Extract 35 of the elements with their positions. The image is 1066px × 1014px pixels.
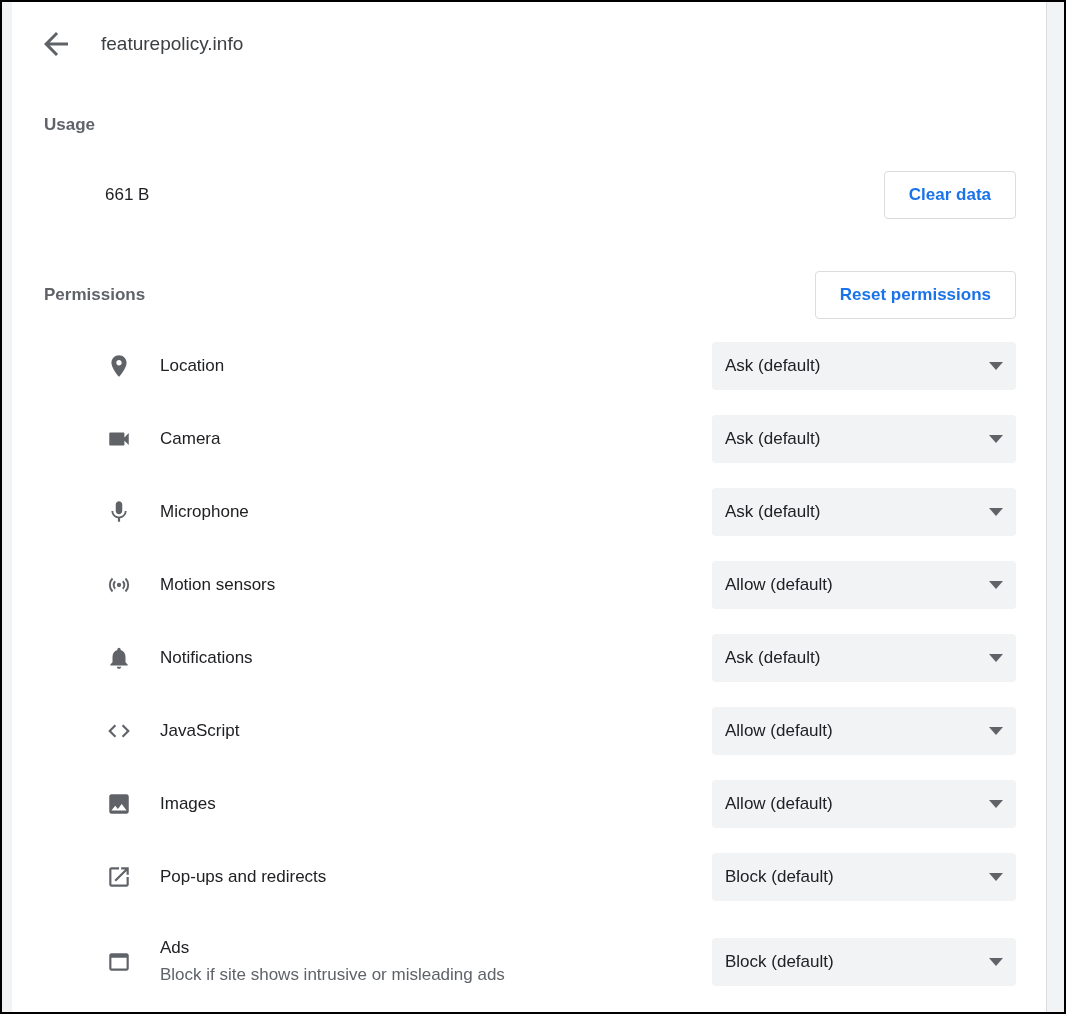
caret-icon (988, 956, 1004, 967)
caret-icon (988, 579, 1004, 590)
permission-label: JavaScript (160, 720, 241, 741)
caret-icon (988, 506, 1004, 517)
permission-dropdown[interactable]: Allow (default) (712, 706, 1016, 755)
permission-label: Images (160, 793, 217, 814)
caret-icon (988, 871, 1004, 882)
clear-data-button[interactable]: Clear data (883, 171, 1016, 219)
permission-label: Location (160, 355, 226, 376)
back-arrow-icon[interactable] (44, 32, 68, 56)
permission-label: Motion sensors (160, 574, 277, 595)
caret-icon (988, 433, 1004, 444)
permission-dropdown[interactable]: Ask (default) (712, 633, 1016, 682)
reset-permissions-button[interactable]: Reset permissions (814, 271, 1016, 319)
usage-amount: 661 B (104, 185, 150, 205)
permission-dropdown[interactable]: Allow (default) (712, 779, 1016, 828)
permission-label: Camera (160, 428, 222, 449)
permission-label: Notifications (160, 647, 254, 668)
permission-description: Block if site shows intrusive or misleading ads (160, 965, 506, 985)
permission-dropdown[interactable]: Allow (default) (712, 560, 1016, 609)
permission-dropdown[interactable]: Block (default) (712, 937, 1016, 986)
permission-dropdown[interactable]: Ask (default) (712, 341, 1016, 390)
section-heading: Permissions (44, 285, 146, 305)
permission-dropdown[interactable]: Ask (default) (712, 487, 1016, 536)
permission-dropdown[interactable]: Block (default) (712, 852, 1016, 901)
caret-icon (988, 725, 1004, 736)
permission-label: Ads (160, 938, 191, 958)
caret-icon (988, 798, 1004, 809)
section-heading: Usage (44, 115, 96, 135)
site-title: featurepolicy.info (101, 33, 244, 55)
permission-label: Microphone (160, 501, 250, 522)
caret-icon (988, 360, 1004, 371)
caret-icon (988, 652, 1004, 663)
permission-label: Pop-ups and redirects (160, 866, 328, 887)
permission-dropdown[interactable]: Ask (default) (712, 414, 1016, 463)
